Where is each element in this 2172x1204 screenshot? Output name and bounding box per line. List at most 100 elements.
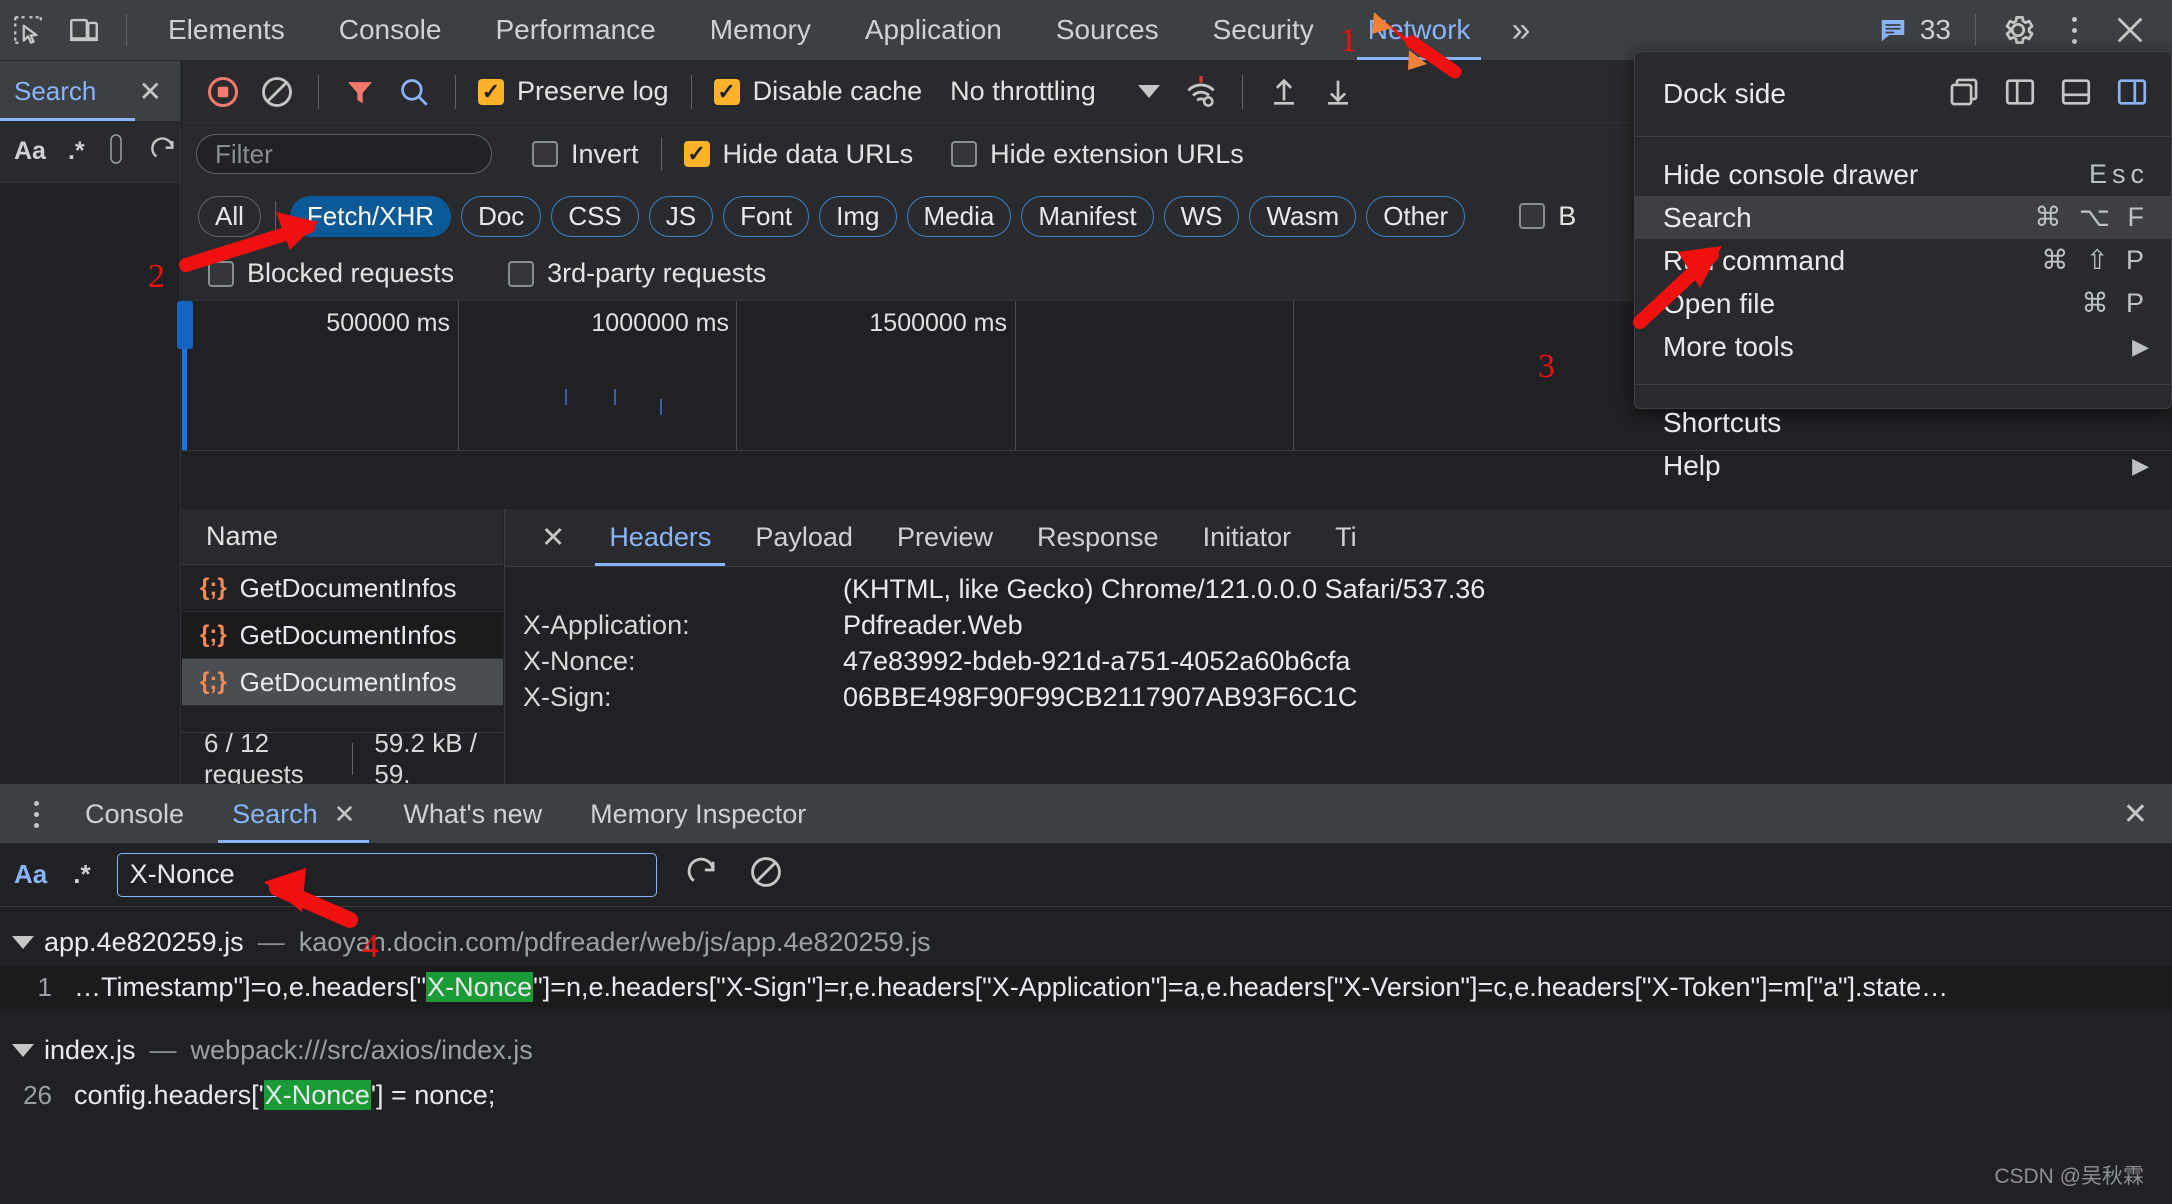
preserve-log-checkbox[interactable]: Preserve log — [470, 76, 677, 107]
search-field-stub[interactable] — [107, 131, 125, 172]
search-result-file-header[interactable]: index.js — webpack:///src/axios/index.js — [0, 1009, 2172, 1074]
import-har-icon[interactable] — [1257, 65, 1311, 119]
drawer-tab-memory-inspector[interactable]: Memory Inspector — [566, 785, 830, 843]
tab-network[interactable]: Network — [1341, 0, 1498, 60]
device-toolbar-icon[interactable] — [56, 2, 112, 58]
match-case-icon[interactable]: Aa — [14, 137, 46, 166]
inspect-cursor-icon[interactable] — [0, 2, 56, 58]
refresh-icon[interactable] — [147, 133, 179, 170]
close-icon[interactable]: ✕ — [519, 520, 587, 555]
message-count-badge[interactable]: 33 — [1878, 14, 1961, 46]
filter-divider — [660, 137, 662, 171]
more-tabs-glyph: » — [1511, 11, 1531, 49]
blocked-requests-checkbox[interactable]: Blocked requests — [200, 258, 462, 289]
type-filter-all[interactable]: All — [198, 195, 261, 237]
type-filter-ws[interactable]: WS — [1163, 195, 1240, 237]
gear-icon[interactable] — [1990, 2, 2046, 58]
type-filter-js[interactable]: JS — [648, 195, 714, 237]
more-tabs-icon[interactable]: » — [1497, 13, 1544, 47]
search-query-input[interactable] — [116, 852, 657, 897]
blocked-requests-checkbox-top[interactable]: B — [1511, 201, 1584, 232]
table-row[interactable]: {;} GetDocumentInfos — [182, 565, 503, 612]
dock-to-right-icon[interactable] — [2115, 75, 2149, 114]
throttling-dropdown[interactable]: No throttling — [930, 76, 1174, 107]
clear-icon[interactable] — [250, 65, 304, 119]
table-row[interactable]: {;} GetDocumentInfos — [182, 659, 503, 706]
type-filter-font[interactable]: Font — [723, 195, 810, 237]
type-filter-media[interactable]: Media — [906, 195, 1012, 237]
drawer-tab-search[interactable]: Search ✕ — [208, 785, 379, 843]
menu-item-shortcuts[interactable]: Shortcuts — [1635, 401, 2171, 444]
hide-data-urls-checkbox[interactable]: Hide data URLs — [676, 139, 922, 170]
tab-preview[interactable]: Preview — [875, 509, 1015, 566]
menu-item-run-command[interactable]: Run command ⌘ ⇧ P — [1635, 239, 2171, 282]
menu-item-label: Open file — [1663, 287, 1776, 319]
close-icon[interactable]: ✕ — [334, 799, 356, 830]
close-icon[interactable] — [2102, 2, 2158, 58]
record-stop-icon[interactable] — [196, 65, 250, 119]
search-result-line[interactable]: 26 config.headers['X-Nonce'] = nonce; — [0, 1074, 2172, 1117]
dock-to-left-icon[interactable] — [2003, 75, 2037, 114]
type-filter-doc[interactable]: Doc — [461, 195, 542, 237]
tab-performance[interactable]: Performance — [468, 0, 682, 60]
tab-sources[interactable]: Sources — [1029, 0, 1186, 60]
close-icon[interactable]: ✕ — [139, 75, 162, 108]
refresh-icon[interactable] — [683, 853, 721, 896]
undock-separate-window-icon[interactable] — [1947, 75, 1981, 114]
code-match-highlight: X-Nonce — [263, 1080, 371, 1110]
type-filter-img[interactable]: Img — [819, 195, 897, 237]
export-har-icon[interactable] — [1311, 65, 1365, 119]
menu-item-search[interactable]: Search ⌘ ⌥ F — [1635, 196, 2171, 239]
filter-funnel-icon[interactable] — [333, 65, 387, 119]
menu-item-open-file[interactable]: Open file ⌘ P — [1635, 282, 2171, 325]
tab-response[interactable]: Response — [1015, 509, 1181, 566]
tab-memory[interactable]: Memory — [683, 0, 838, 60]
tab-payload[interactable]: Payload — [733, 509, 875, 566]
disable-cache-checkbox[interactable]: Disable cache — [706, 76, 931, 107]
search-result-line[interactable]: 1 …Timestamp"]=o,e.headers["X-Nonce"]=n,… — [0, 966, 2172, 1009]
tab-timing[interactable]: Ti — [1313, 509, 1379, 566]
tab-headers[interactable]: Headers — [587, 509, 733, 566]
search-result-file-header[interactable]: app.4e820259.js — kaoyan.docin.com/pdfre… — [0, 919, 2172, 966]
invert-checkbox[interactable]: Invert — [524, 139, 647, 170]
tab-console[interactable]: Console — [312, 0, 469, 60]
tab-security[interactable]: Security — [1186, 0, 1341, 60]
filter-input[interactable] — [196, 134, 492, 174]
search-icon[interactable] — [387, 65, 441, 119]
kebab-menu-icon[interactable] — [2046, 2, 2102, 58]
type-filter-manifest[interactable]: Manifest — [1021, 195, 1154, 237]
table-row[interactable]: {;} GetDocumentInfos — [182, 612, 503, 659]
tab-label: Performance — [495, 14, 656, 45]
drawer-tab-console[interactable]: Console — [61, 785, 208, 843]
match-case-icon[interactable]: Aa — [14, 859, 47, 890]
regex-icon[interactable]: .* — [68, 137, 85, 166]
search-results-list: app.4e820259.js — kaoyan.docin.com/pdfre… — [0, 907, 2172, 1117]
request-list-header[interactable]: Name — [182, 509, 503, 565]
menu-item-help[interactable]: Help ▶ — [1635, 444, 2171, 487]
chevron-down-icon[interactable] — [12, 1044, 34, 1057]
close-drawer-icon[interactable]: ✕ — [2123, 797, 2172, 832]
menu-item-more-tools[interactable]: More tools ▶ — [1635, 325, 2171, 368]
type-filter-wasm[interactable]: Wasm — [1249, 195, 1357, 237]
tab-label: Elements — [168, 14, 285, 45]
annotation-number-2: 2 — [148, 258, 165, 295]
regex-icon[interactable]: .* — [73, 859, 90, 890]
menu-item-hide-console-drawer[interactable]: Hide console drawer Esc — [1635, 153, 2171, 196]
pill-divider — [274, 201, 276, 231]
overview-drag-handle[interactable] — [177, 301, 193, 349]
type-filter-other[interactable]: Other — [1366, 195, 1466, 237]
kebab-menu-icon[interactable] — [12, 798, 61, 831]
type-filter-fetch-xhr[interactable]: Fetch/XHR — [289, 195, 452, 237]
clear-icon[interactable] — [747, 853, 785, 896]
tab-application[interactable]: Application — [838, 0, 1029, 60]
tab-initiator[interactable]: Initiator — [1181, 509, 1314, 566]
third-party-requests-checkbox[interactable]: 3rd-party requests — [500, 258, 774, 289]
dock-to-bottom-icon[interactable] — [2059, 75, 2093, 114]
tab-elements[interactable]: Elements — [141, 0, 312, 60]
type-filter-css[interactable]: CSS — [551, 195, 639, 237]
chevron-down-icon[interactable] — [12, 936, 34, 949]
drawer-tab-whats-new[interactable]: What's new — [379, 785, 566, 843]
left-search-tab[interactable]: Search ✕ — [0, 61, 180, 121]
hide-extension-urls-checkbox[interactable]: Hide extension URLs — [943, 139, 1252, 170]
network-conditions-icon[interactable] — [1174, 65, 1228, 119]
